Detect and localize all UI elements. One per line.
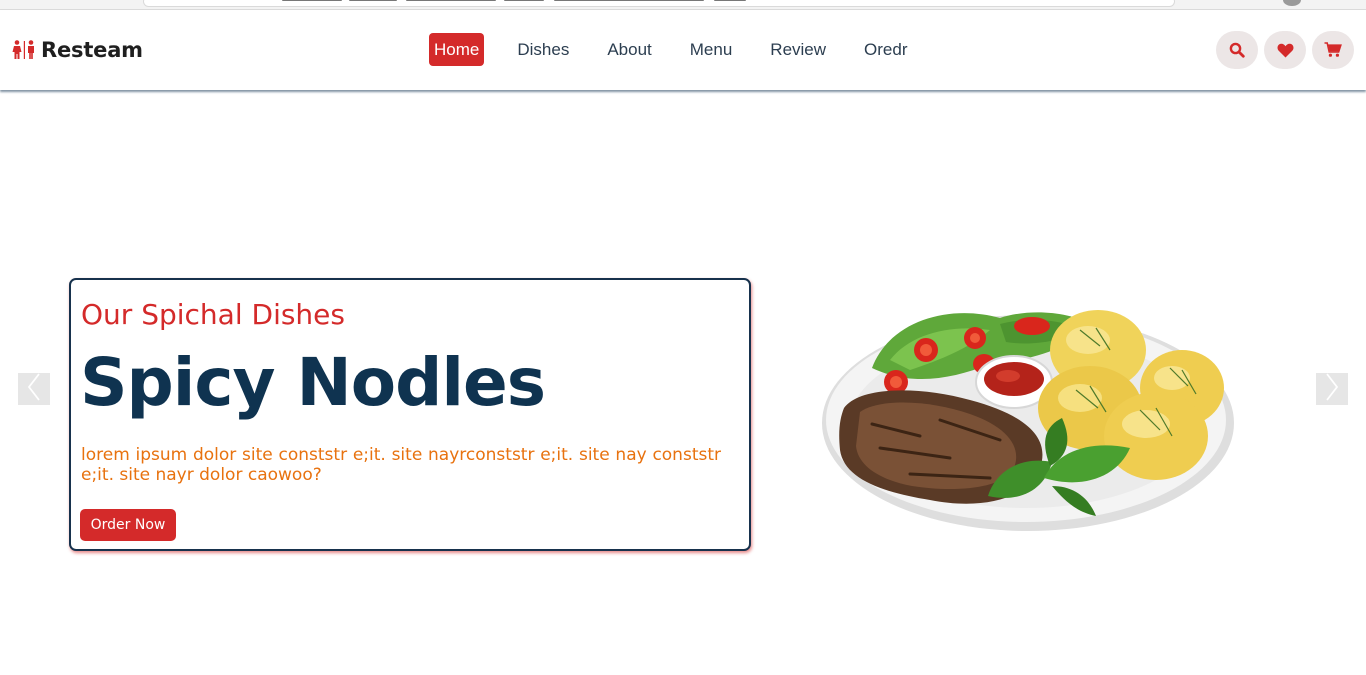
dish-image	[800, 290, 1240, 540]
nav-item-home[interactable]: Home	[429, 33, 485, 66]
browser-chrome	[0, 0, 1366, 10]
chevron-left-icon	[27, 373, 41, 405]
cart-button[interactable]	[1312, 31, 1354, 69]
slider-next-button[interactable]	[1316, 373, 1348, 405]
nav-item-dishes[interactable]: Dishes	[512, 33, 574, 66]
restroom-icon	[12, 40, 37, 60]
slider-prev-button[interactable]	[18, 373, 50, 405]
hero-description: lorem ipsum dolor site conststr e;it. si…	[81, 445, 721, 485]
favorites-button[interactable]	[1264, 31, 1306, 69]
hero-title: Spicy Nodles	[80, 344, 546, 421]
nav-item-order[interactable]: Oredr	[859, 33, 912, 66]
search-icon	[1229, 42, 1245, 58]
order-now-button[interactable]: Order Now	[80, 509, 176, 541]
featured-dish-card: Our Spichal Dishes Spicy Nodles lorem ip…	[69, 278, 751, 551]
search-button[interactable]	[1216, 31, 1258, 69]
hero-subtitle: Our Spichal Dishes	[81, 298, 345, 331]
main-nav: Home Dishes About Menu Review Oredr	[429, 33, 941, 66]
heart-icon	[1277, 43, 1294, 58]
brand-name: Resteam	[41, 38, 143, 62]
nav-item-review[interactable]: Review	[765, 33, 831, 66]
header-actions	[1216, 31, 1354, 69]
logo[interactable]: Resteam	[12, 38, 143, 62]
profile-avatar[interactable]	[1283, 0, 1301, 6]
address-bar[interactable]	[143, 0, 1175, 7]
chevron-right-icon	[1325, 373, 1339, 405]
nav-item-about[interactable]: About	[602, 33, 656, 66]
site-header: Resteam Home Dishes About Menu Review Or…	[0, 10, 1366, 90]
cart-icon	[1324, 42, 1342, 58]
nav-item-menu[interactable]: Menu	[685, 33, 738, 66]
